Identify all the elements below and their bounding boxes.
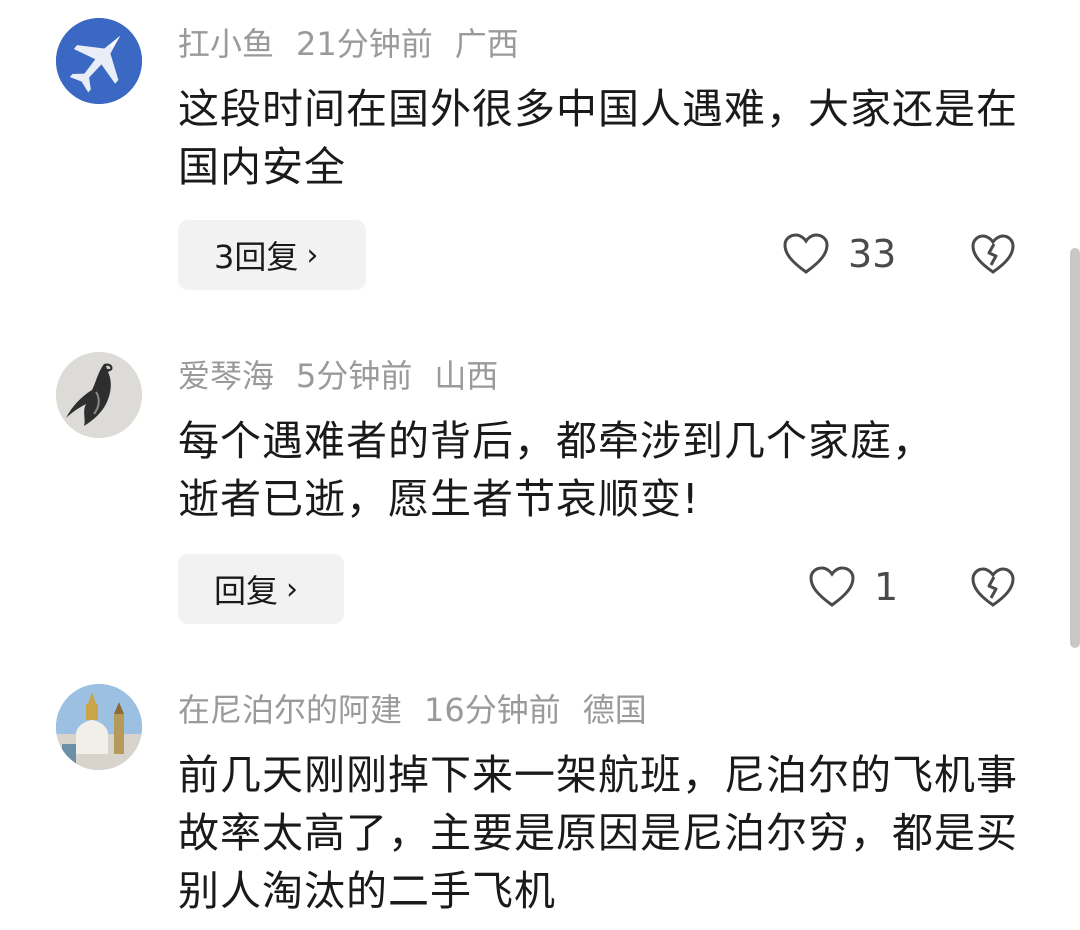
heart-outline-icon [783,233,829,274]
broken-heart-icon [971,234,1015,274]
location: 德国 [582,691,647,729]
heart-outline-icon [809,566,855,607]
comment-text: 这段时间在国外很多中国人遇难，大家还是在国内安全 [178,85,1018,191]
fighter-jet-icon [56,18,142,104]
chevron-right-icon: › [286,571,299,607]
username[interactable]: 在尼泊尔的阿建 [178,691,402,729]
username[interactable]: 爱琴海 [178,357,274,395]
comment-meta: 爱琴海 5分钟前 山西 [178,356,520,396]
timestamp: 16分钟前 [424,691,561,729]
avatar[interactable] [56,684,142,770]
location: 广西 [454,25,519,63]
like-button[interactable]: 1 [808,565,898,609]
avatar[interactable] [56,352,142,438]
comment-meta: 扛小鱼 21分钟前 广西 [178,24,541,64]
timestamp: 21分钟前 [296,25,433,63]
replies-button[interactable]: 3回复 › [178,220,366,290]
dislike-button[interactable] [970,567,1016,613]
like-count: 33 [848,232,897,276]
location: 山西 [434,357,499,395]
broken-heart-icon [971,567,1015,607]
replies-label: 回复 [214,572,279,610]
avatar[interactable] [56,18,142,104]
timestamp: 5分钟前 [296,357,413,395]
comment-meta: 在尼泊尔的阿建 16分钟前 德国 [178,690,669,730]
eagle-icon [56,352,142,438]
comment-text: 前几天刚刚掉下来一架航班，尼泊尔的飞机事故率太高了，主要是原因是尼泊尔穷，都是买… [178,751,1018,915]
replies-label: 3回复 [214,238,299,276]
replies-button[interactable]: 回复 › [178,554,344,624]
stupa-icon [56,684,142,770]
dislike-button[interactable] [970,234,1016,280]
scrollbar[interactable] [1070,248,1080,648]
like-button[interactable]: 33 [782,232,896,276]
username[interactable]: 扛小鱼 [178,25,274,63]
chevron-right-icon: › [306,237,319,273]
like-count: 1 [874,565,899,609]
comment-text: 每个遇难者的背后，都牵涉到几个家庭，逝者已逝，愿生者节哀顺变! [178,417,934,523]
